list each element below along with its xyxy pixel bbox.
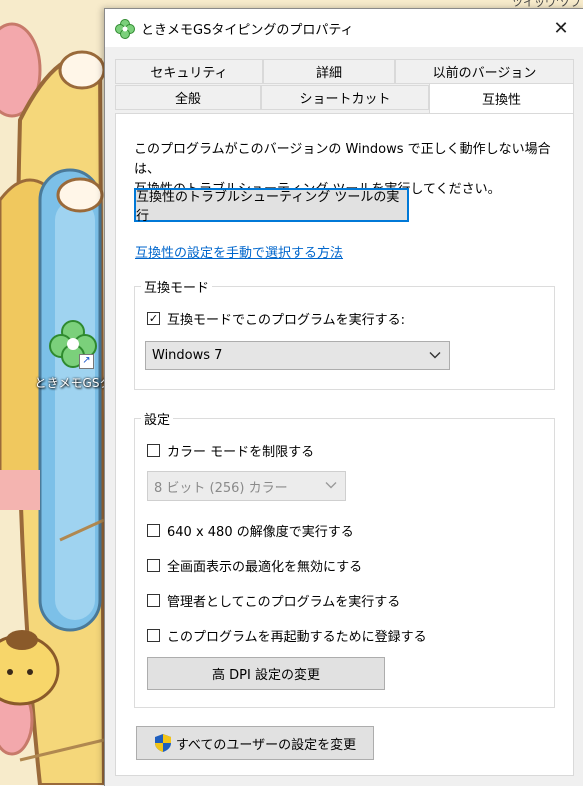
run-as-admin-row[interactable]: 管理者としてこのプログラムを実行する (147, 591, 400, 610)
uac-shield-icon (154, 734, 171, 752)
tab-general-label: 全般 (174, 92, 201, 107)
color-depth-value: 8 ビット (256) カラー (154, 480, 288, 496)
close-icon: ✕ (553, 17, 569, 39)
properties-window: ときメモGSタイピングのプロパティ ✕ セキュリティ 詳細 以前のバージョン 全… (104, 8, 583, 786)
check-icon: ✓ (148, 312, 159, 325)
desktop-shortcut[interactable]: ↗ ときメモGSタ (34, 320, 112, 391)
chevron-down-icon (429, 348, 441, 363)
settings-group: 設定 カラー モードを制限する 8 ビット (256) カラー 640 x 48… (134, 409, 555, 708)
register-restart-row[interactable]: このプログラムを再起動するために登録する (147, 626, 427, 645)
tab-strip: セキュリティ 詳細 以前のバージョン 全般 ショートカット 互換性 (115, 59, 574, 115)
close-button[interactable]: ✕ (538, 9, 583, 47)
tab-compatibility-label: 互換性 (481, 93, 521, 108)
chevron-down-icon (325, 479, 337, 494)
window-title: ときメモGSタイピングのプロパティ (141, 23, 354, 38)
tab-shortcut-label: ショートカット (299, 92, 391, 107)
reduced-color-row[interactable]: カラー モードを制限する (147, 441, 314, 460)
tab-details-label: 詳細 (315, 66, 342, 81)
disable-fullscreen-label: 全画面表示の最適化を無効にする (167, 560, 363, 575)
shortcut-arrow-icon: ↗ (79, 354, 94, 369)
register-restart-checkbox[interactable] (147, 629, 160, 642)
tab-previous-versions-label: 以前のバージョン (432, 66, 537, 81)
tab-shortcut[interactable]: ショートカット (261, 85, 429, 110)
tab-general[interactable]: 全般 (115, 85, 261, 110)
all-users-settings-label: すべてのユーザーの設定を変更 (175, 737, 357, 753)
high-dpi-button[interactable]: 高 DPI 設定の変更 (147, 657, 385, 690)
tab-compatibility[interactable]: 互換性 (429, 83, 574, 113)
description-line-1: このプログラムがこのバージョンの Windows で正しく動作しない場合は、 (134, 142, 551, 177)
tab-details[interactable]: 詳細 (263, 59, 395, 84)
compatibility-panel: このプログラムがこのバージョンの Windows で正しく動作しない場合は、 互… (115, 113, 574, 776)
run-troubleshooter-button[interactable]: 互換性のトラブルシューティング ツールの実行 (134, 188, 409, 224)
run-compat-mode-row[interactable]: ✓ 互換モードでこのプログラムを実行する: (147, 309, 405, 328)
settings-title: 設定 (141, 409, 174, 428)
res-640-label: 640 x 480 の解像度で実行する (167, 525, 354, 540)
run-compat-mode-label: 互換モードでこのプログラムを実行する: (167, 313, 405, 328)
compat-mode-title: 互換モード (141, 277, 213, 296)
desktop-shortcut-label: ときメモGSタ (34, 376, 112, 390)
color-depth-select[interactable]: 8 ビット (256) カラー (147, 471, 346, 501)
tab-previous-versions[interactable]: 以前のバージョン (395, 59, 574, 84)
tab-security-label: セキュリティ (150, 66, 228, 81)
run-as-admin-checkbox[interactable] (147, 594, 160, 607)
run-as-admin-label: 管理者としてこのプログラムを実行する (167, 595, 401, 610)
disable-fullscreen-checkbox[interactable] (147, 559, 160, 572)
high-dpi-label: 高 DPI 設定の変更 (212, 668, 320, 683)
os-version-select[interactable]: Windows 7 (145, 341, 450, 370)
run-compat-mode-checkbox[interactable]: ✓ (147, 312, 160, 325)
res-640-checkbox[interactable] (147, 524, 160, 537)
tab-security[interactable]: セキュリティ (115, 59, 263, 84)
clover-app-icon (115, 19, 135, 39)
register-restart-label: このプログラムを再起動するために登録する (167, 630, 427, 645)
reduced-color-label: カラー モードを制限する (167, 445, 315, 460)
all-users-settings-button[interactable]: すべてのユーザーの設定を変更 (136, 726, 374, 760)
os-version-value: Windows 7 (152, 348, 223, 363)
manual-settings-link[interactable]: 互換性の設定を手動で選択する方法 (135, 242, 343, 261)
compat-mode-group: 互換モード ✓ 互換モードでこのプログラムを実行する: Windows 7 (134, 277, 555, 390)
disable-fullscreen-row[interactable]: 全画面表示の最適化を無効にする (147, 556, 362, 575)
res-640-row[interactable]: 640 x 480 の解像度で実行する (147, 521, 354, 540)
title-bar[interactable]: ときメモGSタイピングのプロパティ ✕ (105, 9, 583, 47)
clover-icon: ↗ (49, 320, 97, 369)
run-troubleshooter-label: 互換性のトラブルシューティング ツールの実行 (136, 190, 400, 224)
reduced-color-checkbox[interactable] (147, 444, 160, 457)
